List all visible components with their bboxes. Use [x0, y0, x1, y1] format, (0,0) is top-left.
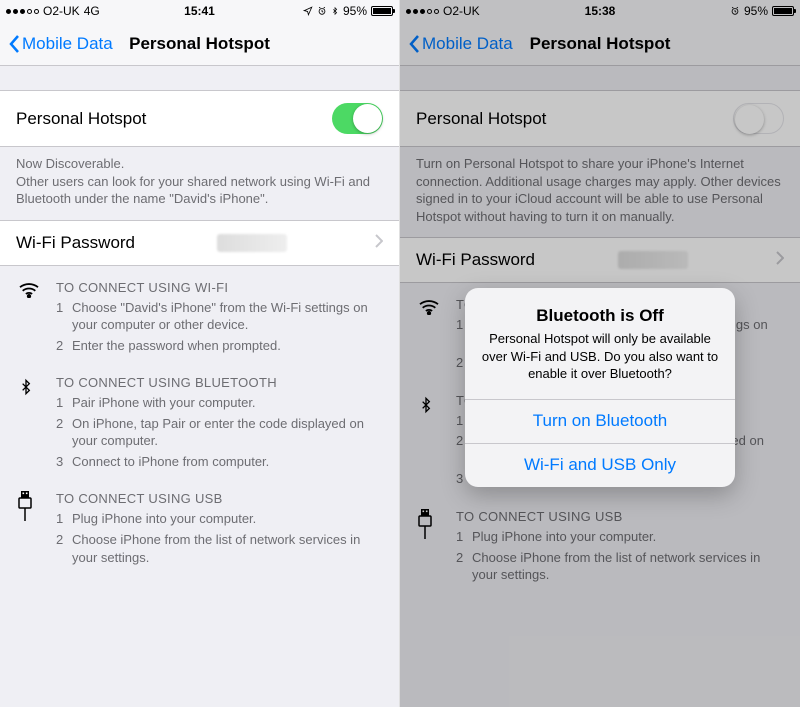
bluetooth-icon	[18, 375, 34, 402]
footer-line2: Other users can look for your shared net…	[16, 173, 383, 208]
instructions-bluetooth: TO CONNECT USING BLUETOOTH 1Pair iPhone …	[0, 361, 399, 477]
alarm-icon	[317, 6, 327, 16]
bluetooth-status-icon	[331, 5, 339, 17]
battery-percent: 95%	[343, 4, 367, 18]
wifi-password-cell[interactable]: Wi-Fi Password	[0, 220, 399, 266]
alert-title: Bluetooth is Off	[481, 306, 719, 326]
instructions-wifi: TO CONNECT USING WI-FI 1Choose "David's …	[0, 266, 399, 362]
status-time: 15:41	[184, 4, 215, 18]
usb-icon	[18, 491, 32, 524]
status-bar: O2-UK 4G 15:41 95%	[0, 0, 399, 22]
footer-line1: Now Discoverable.	[16, 155, 383, 173]
wifi-usb-only-button[interactable]: Wi-Fi and USB Only	[465, 443, 735, 487]
wifi-password-label: Wi-Fi Password	[16, 233, 135, 253]
battery-icon	[371, 6, 393, 16]
alert-message: Personal Hotspot will only be available …	[481, 330, 719, 383]
instructions-usb: TO CONNECT USING USB 1Plug iPhone into y…	[0, 477, 399, 573]
network-label: 4G	[84, 4, 100, 18]
bluetooth-alert: Bluetooth is Off Personal Hotspot will o…	[465, 288, 735, 487]
back-label: Mobile Data	[22, 34, 113, 54]
page-title: Personal Hotspot	[129, 34, 270, 54]
screenshot-right: O2-UK 15:38 95% Mobile Data Personal Hot…	[400, 0, 800, 707]
screenshot-left: O2-UK 4G 15:41 95% Mobile Data Personal …	[0, 0, 400, 707]
wifi-password-value	[217, 234, 287, 252]
nav-bar: Mobile Data Personal Hotspot	[0, 22, 399, 66]
hotspot-toggle[interactable]	[332, 103, 383, 134]
inst-wifi-title: TO CONNECT USING WI-FI	[56, 280, 383, 295]
turn-on-bluetooth-button[interactable]: Turn on Bluetooth	[465, 399, 735, 443]
signal-dots-icon	[6, 9, 39, 14]
carrier-label: O2-UK	[43, 4, 80, 18]
wifi-icon	[18, 280, 40, 301]
hotspot-footer: Now Discoverable. Other users can look f…	[0, 147, 399, 220]
inst-usb-title: TO CONNECT USING USB	[56, 491, 383, 506]
location-icon	[303, 6, 313, 16]
back-button[interactable]: Mobile Data	[8, 34, 113, 54]
inst-bt-title: TO CONNECT USING BLUETOOTH	[56, 375, 383, 390]
hotspot-cell[interactable]: Personal Hotspot	[0, 90, 399, 147]
chevron-right-icon	[375, 233, 383, 253]
hotspot-label: Personal Hotspot	[16, 109, 146, 129]
